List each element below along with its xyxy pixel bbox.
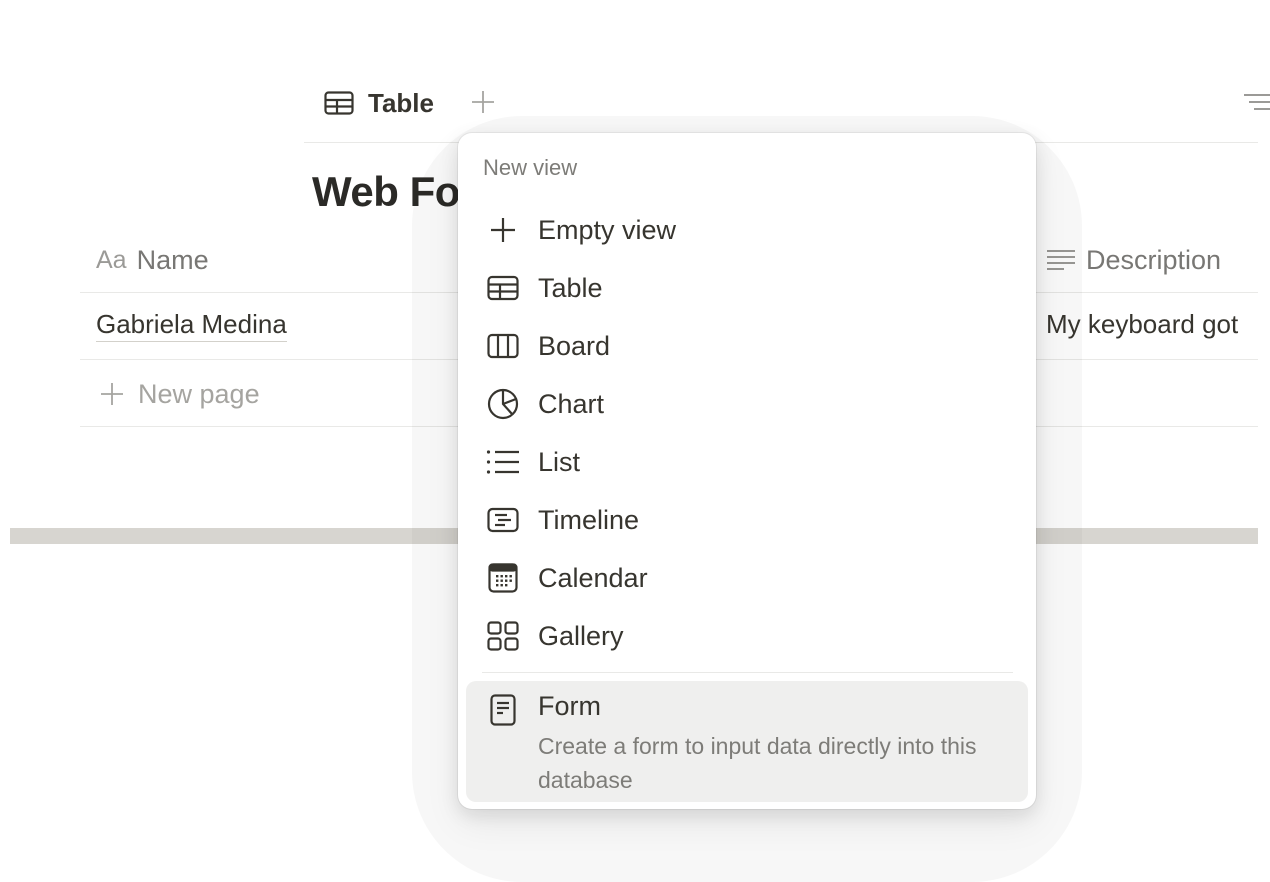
new-view-menu: New view Empty view Table Board Chart Li…: [458, 133, 1036, 809]
menu-item-label: Board: [538, 330, 611, 361]
menu-header: New view: [483, 155, 578, 180]
menu-item-gallery[interactable]: Gallery: [466, 609, 1028, 663]
calendar-icon: [486, 561, 520, 595]
menu-item-label: Gallery: [538, 620, 624, 651]
column-header-label: Description: [1086, 244, 1222, 275]
tab-table[interactable]: Table: [324, 84, 434, 122]
chart-icon: [486, 387, 520, 421]
filter-icon[interactable]: [1244, 92, 1270, 112]
menu-item-label: Timeline: [538, 504, 640, 535]
plus-icon: [471, 90, 495, 114]
menu-item-label: List: [538, 446, 581, 477]
text-property-icon: Aa: [96, 245, 127, 274]
column-header-name[interactable]: Aa Name: [96, 240, 209, 280]
menu-item-empty-view[interactable]: Empty view: [466, 203, 1028, 257]
timeline-icon: [486, 503, 520, 537]
menu-item-board[interactable]: Board: [466, 319, 1028, 373]
menu-item-table[interactable]: Table: [466, 261, 1028, 315]
menu-item-label: Chart: [538, 388, 605, 419]
plus-icon: [486, 213, 520, 247]
table-row-name[interactable]: Gabriela Medina: [96, 309, 287, 342]
form-icon: [486, 693, 520, 727]
add-view-button[interactable]: [468, 86, 498, 118]
menu-item-label: Table: [538, 272, 603, 303]
menu-item-form[interactable]: Form Create a form to input data directl…: [466, 681, 1028, 802]
table-icon: [324, 91, 354, 115]
menu-item-label: Empty view: [538, 214, 677, 245]
tab-label: Table: [368, 87, 434, 118]
menu-item-list[interactable]: List: [466, 435, 1028, 489]
menu-item-chart[interactable]: Chart: [466, 377, 1028, 431]
menu-item-description: Create a form to input data directly int…: [538, 733, 977, 793]
plus-icon: [100, 382, 124, 406]
board-icon: [486, 329, 520, 363]
menu-item-timeline[interactable]: Timeline: [466, 493, 1028, 547]
column-header-label: Name: [136, 244, 209, 275]
new-page-button[interactable]: New page: [100, 374, 260, 414]
new-page-label: New page: [138, 378, 260, 409]
gallery-icon: [486, 619, 520, 653]
list-icon: [486, 445, 520, 479]
table-icon: [486, 271, 520, 305]
menu-item-label: Calendar: [538, 562, 648, 593]
menu-item-label: Form: [538, 691, 601, 721]
menu-divider: [482, 672, 1013, 673]
menu-item-calendar[interactable]: Calendar: [466, 551, 1028, 605]
